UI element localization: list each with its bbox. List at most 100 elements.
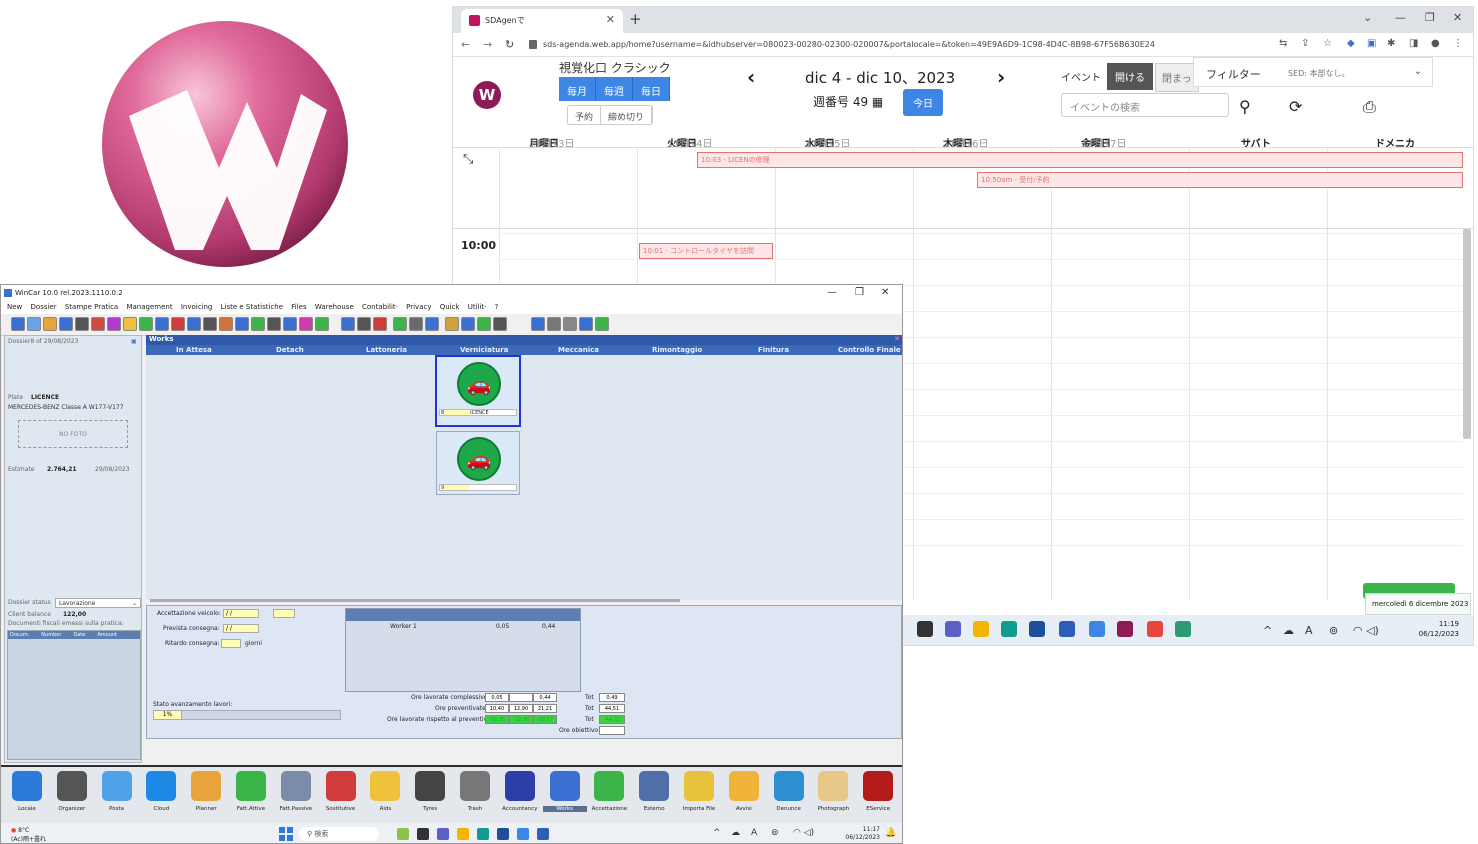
toolbar-button-icon[interactable]	[299, 317, 313, 331]
close-tab-icon[interactable]: ✕	[606, 13, 615, 26]
app-icon[interactable]	[1089, 621, 1105, 637]
dock-item-sostitutive[interactable]: Sostitutive	[319, 771, 363, 823]
explorer-icon[interactable]	[973, 621, 989, 637]
toolbar-button-icon[interactable]	[461, 317, 475, 331]
view-week-button[interactable]: 毎週	[596, 77, 633, 101]
menu-invoicing[interactable]: Invoicing	[181, 303, 213, 311]
dock-item-fatt-attive[interactable]: Fatt.Attive	[229, 771, 273, 823]
event-search-input[interactable]: イベントの検索	[1061, 93, 1229, 117]
ime-icon[interactable]: A	[1305, 624, 1313, 637]
calendar-scrollbar[interactable]	[1463, 229, 1471, 439]
app-icon[interactable]	[397, 828, 409, 840]
store-icon[interactable]	[497, 828, 509, 840]
dock-item-accettazione[interactable]: Accettazione	[587, 771, 631, 823]
column-lattoneria[interactable]: Lattoneria	[366, 346, 407, 354]
sync-icon[interactable]: ⊚	[771, 828, 779, 838]
dock-item-works[interactable]: Works	[542, 771, 587, 823]
menu-liste-statistiche[interactable]: Liste e Statistiche	[221, 303, 283, 311]
extension-icon[interactable]: ◆	[1347, 38, 1355, 49]
new-tab-icon[interactable]: +	[629, 10, 642, 28]
close-window-icon[interactable]: ✕	[1453, 11, 1462, 24]
toolbar-button-icon[interactable]	[171, 317, 185, 331]
toolbar-button-icon[interactable]	[187, 317, 201, 331]
filter-dropdown[interactable]: フィルター SED: 本部なし。 ⌄	[1193, 57, 1433, 87]
open-button[interactable]: 開ける	[1107, 63, 1153, 90]
dock-item-photograph[interactable]: Photograph	[811, 771, 855, 823]
tray-up-icon[interactable]: ^	[1263, 624, 1272, 637]
column-controllo-finale[interactable]: Controllo Finale	[838, 346, 901, 354]
app-logo-icon[interactable]: W	[473, 81, 501, 109]
wifi-volume-icon[interactable]: ◠ ◁)	[793, 828, 814, 838]
edge-icon[interactable]	[477, 828, 489, 840]
menu-new[interactable]: New	[7, 303, 22, 311]
chat-icon[interactable]	[945, 621, 961, 637]
no-photo-box[interactable]: NO FOTO	[18, 420, 128, 448]
toolbar-button-icon[interactable]	[563, 317, 577, 331]
menu-privacy[interactable]: Privacy	[406, 303, 431, 311]
toolbar-button-icon[interactable]	[409, 317, 423, 331]
dock-item-tyres[interactable]: Tyres	[408, 771, 452, 823]
edge-icon[interactable]	[1001, 621, 1017, 637]
wifi-volume-icon[interactable]: ◠ ◁)	[1353, 624, 1379, 637]
toolbar-button-icon[interactable]	[595, 317, 609, 331]
toolbar-button-icon[interactable]	[203, 317, 217, 331]
column-verniciatura[interactable]: Verniciatura	[460, 346, 508, 354]
close-window-icon[interactable]: ✕	[881, 287, 889, 298]
toolbar-button-icon[interactable]	[123, 317, 137, 331]
dock-item-aids[interactable]: Aids	[363, 771, 407, 823]
toolbar-button-icon[interactable]	[155, 317, 169, 331]
previous-week-icon[interactable]: ‹	[747, 65, 755, 89]
vehicle-card[interactable]: 🚗 9	[436, 431, 520, 495]
toolbar-button-icon[interactable]	[283, 317, 297, 331]
toolbar-button-icon[interactable]	[235, 317, 249, 331]
minimize-icon[interactable]: —	[827, 287, 837, 298]
dock-item-fatt-passive[interactable]: Fatt.Passive	[274, 771, 318, 823]
menu-stampe-pratica[interactable]: Stampe Pratica	[65, 303, 118, 311]
toolbar-button-icon[interactable]	[27, 317, 41, 331]
search-icon[interactable]: ⚲	[1239, 97, 1251, 116]
deadlines-button[interactable]: 締め切り	[601, 106, 653, 124]
sync-icon[interactable]: ⊚	[1329, 624, 1338, 637]
toolbar-button-icon[interactable]	[547, 317, 561, 331]
menu-contabilita[interactable]: Contabilit·	[362, 303, 398, 311]
status-select[interactable]: Lavorazione ⌄	[55, 598, 141, 608]
toolbar-button-icon[interactable]	[445, 317, 459, 331]
chrome-icon[interactable]	[1147, 621, 1163, 637]
refresh-icon[interactable]: ⟳	[1289, 97, 1302, 116]
view-day-button[interactable]: 毎日	[633, 77, 670, 101]
vehicle-card-selected[interactable]: 🚗 8 LICENCE	[435, 355, 521, 427]
dock-item-trash[interactable]: Trash	[453, 771, 497, 823]
explorer-icon[interactable]	[457, 828, 469, 840]
cloud-icon[interactable]: ☁	[1283, 624, 1294, 637]
taskbar-clock[interactable]: 11:17 06/12/2023	[845, 826, 880, 842]
dock-item-importa-file[interactable]: Importa File	[677, 771, 721, 823]
menu-dossier[interactable]: Dossier	[31, 303, 57, 311]
column-in-attesa[interactable]: In Attesa	[176, 346, 212, 354]
forward-icon[interactable]: →	[483, 38, 492, 51]
taskbar-clock[interactable]: 11:19 06/12/2023	[1419, 619, 1459, 639]
dock-item-esterno[interactable]: Esterno	[632, 771, 676, 823]
tray-up-icon[interactable]: ^	[713, 828, 721, 838]
acceptance-date-input[interactable]: / /	[223, 609, 259, 618]
dock-item-accountancy[interactable]: Accountancy	[498, 771, 542, 823]
app-icon[interactable]	[537, 828, 549, 840]
toolbar-button-icon[interactable]	[357, 317, 371, 331]
toolbar-button-icon[interactable]	[91, 317, 105, 331]
toolbar-button-icon[interactable]	[43, 317, 57, 331]
today-button[interactable]: 今日	[903, 89, 943, 116]
minimize-icon[interactable]: —	[1395, 11, 1406, 24]
notification-bell-icon[interactable]: 🔔	[885, 828, 896, 838]
app-icon[interactable]	[1175, 621, 1191, 637]
collapse-icon[interactable]: ⤡	[463, 152, 473, 167]
weather-widget[interactable]: ● 8°C (Ac)雨+曇れ	[11, 827, 46, 843]
calendar-icon[interactable]: ▦	[872, 95, 883, 109]
toolbar-button-icon[interactable]	[477, 317, 491, 331]
delay-input[interactable]	[221, 639, 241, 648]
chat-icon[interactable]	[437, 828, 449, 840]
dock-item-avvisi[interactable]: Avvisi	[722, 771, 766, 823]
maximize-icon[interactable]: ❐	[855, 287, 864, 298]
toolbar-button-icon[interactable]	[341, 317, 355, 331]
extensions-puzzle-icon[interactable]: ✱	[1387, 38, 1395, 49]
toolbar-button-icon[interactable]	[579, 317, 593, 331]
taskview-icon[interactable]	[917, 621, 933, 637]
